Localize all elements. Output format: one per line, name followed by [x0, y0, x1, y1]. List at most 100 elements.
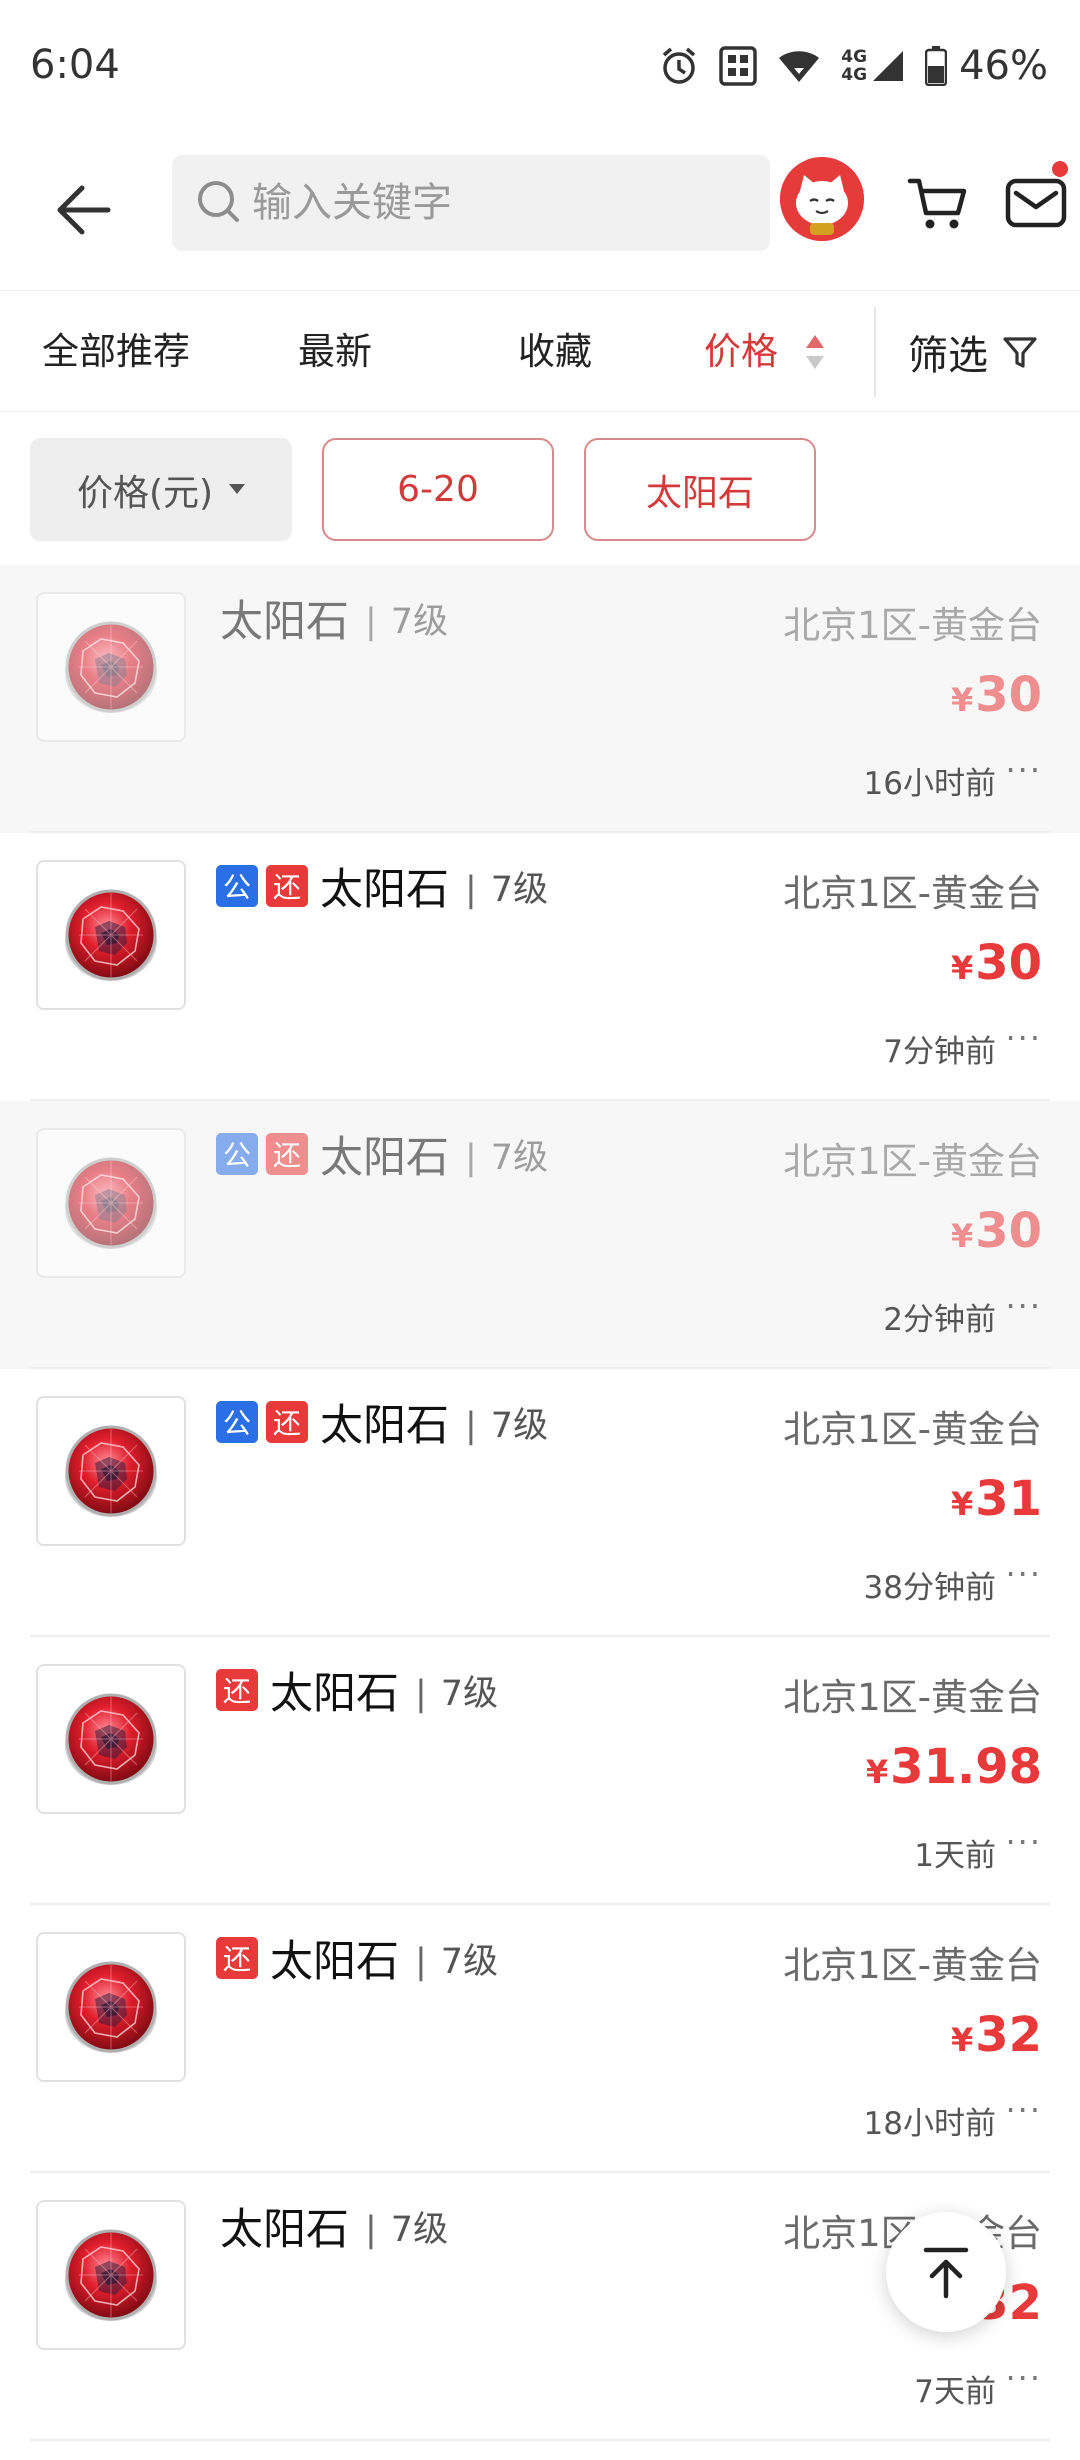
sun-stone-gem-icon	[65, 1425, 157, 1517]
item-level: 7级	[465, 1129, 548, 1180]
mail-unread-dot	[1052, 161, 1068, 177]
return-badge: 还	[216, 1937, 258, 1979]
listing-list: 太阳石 7级 北京1区-黄金台 ¥30 16小时前 ···	[0, 565, 1080, 2441]
chip-item-name-label: 太阳石	[645, 472, 754, 514]
item-name: 太阳石	[320, 865, 449, 915]
item-title-line: 太阳石 7级	[216, 587, 448, 649]
mail-button[interactable]	[1004, 171, 1068, 235]
item-level: 7级	[465, 1397, 548, 1448]
signal-icon: 4G 4G	[841, 48, 905, 84]
sun-stone-gem-icon	[65, 889, 157, 981]
search-input[interactable]	[252, 155, 752, 251]
currency-symbol: ¥	[950, 949, 974, 987]
battery-percent: 46%	[959, 43, 1048, 89]
item-thumbnail[interactable]	[36, 860, 186, 1010]
item-title-line: 还 太阳石 7级	[216, 1659, 498, 1721]
listing-time: 16小时前	[863, 766, 996, 802]
server-name: 北京1区-黄金台	[783, 1140, 1042, 1183]
back-button[interactable]	[50, 175, 120, 245]
price-unit-dropdown[interactable]: 价格(元)	[30, 438, 292, 541]
listing-time: 7天前	[914, 2374, 996, 2410]
server-name: 北京1区-黄金台	[783, 604, 1042, 647]
item-level: 7级	[365, 2201, 448, 2252]
item-name: 太阳石	[220, 2205, 349, 2255]
return-badge: 还	[216, 1669, 258, 1711]
more-options-icon[interactable]: ···	[1005, 1555, 1042, 1593]
price-value: 31	[975, 1471, 1042, 1527]
item-price: ¥30	[951, 667, 1042, 723]
item-name: 太阳石	[270, 1937, 399, 1987]
item-thumbnail[interactable]	[36, 2200, 186, 2350]
more-options-icon[interactable]: ···	[1005, 2359, 1042, 2397]
sun-stone-gem-icon	[65, 1961, 157, 2053]
currency-symbol: ¥	[950, 1485, 974, 1523]
sort-arrows-icon	[802, 331, 828, 377]
search-box[interactable]	[172, 155, 770, 251]
listing-time: 1天前	[914, 1838, 996, 1874]
item-level: 7级	[365, 593, 448, 644]
server-name: 北京1区-黄金台	[783, 1944, 1042, 1987]
listing-row[interactable]: 公还 太阳石 7级 北京1区-黄金台 ¥30 2分钟前 ···	[0, 1101, 1080, 1369]
status-bar: 6:04 4G 4G 46%	[0, 0, 1080, 135]
avatar[interactable]	[780, 157, 864, 241]
item-thumbnail[interactable]	[36, 1932, 186, 2082]
item-price: ¥30	[951, 1203, 1042, 1259]
listing-row[interactable]: 太阳石 7级 北京1区-黄金台 ¥30 16小时前 ···	[0, 565, 1080, 833]
item-level: 7级	[415, 1933, 498, 1984]
item-thumbnail[interactable]	[36, 1128, 186, 1278]
listing-time: 38分钟前	[863, 1570, 996, 1606]
currency-symbol: ¥	[950, 1217, 974, 1255]
public-badge: 公	[216, 1401, 258, 1443]
tab-favorites[interactable]: 收藏	[518, 291, 592, 413]
back-to-top-button[interactable]	[886, 2212, 1006, 2332]
item-thumbnail[interactable]	[36, 1664, 186, 1814]
cart-button[interactable]	[906, 171, 970, 235]
tab-price[interactable]: 价格	[704, 291, 778, 413]
price-value: 32	[975, 2007, 1042, 2063]
more-options-icon[interactable]: ···	[1005, 1823, 1042, 1861]
row-divider	[30, 2439, 1050, 2441]
more-options-icon[interactable]: ···	[1005, 751, 1042, 789]
listing-row[interactable]: 还 太阳石 7级 北京1区-黄金台 ¥31.98 1天前 ···	[0, 1637, 1080, 1905]
sort-bar: 全部推荐 最新 收藏 价格 筛选	[0, 290, 1080, 412]
listing-time: 7分钟前	[883, 1034, 996, 1070]
listing-row[interactable]: 公还 太阳石 7级 北京1区-黄金台 ¥30 7分钟前 ···	[0, 833, 1080, 1101]
server-name: 北京1区-黄金台	[783, 1408, 1042, 1451]
alarm-icon	[659, 46, 699, 86]
top-nav	[0, 135, 1080, 290]
filter-label: 筛选	[908, 333, 988, 379]
more-options-icon[interactable]: ···	[1005, 1019, 1042, 1057]
price-value: 30	[975, 935, 1042, 991]
sun-stone-gem-icon	[65, 1157, 157, 1249]
price-value: 30	[975, 1203, 1042, 1259]
cart-icon	[907, 178, 967, 229]
item-thumbnail[interactable]	[36, 592, 186, 742]
item-price: ¥31	[951, 1471, 1042, 1527]
return-badge: 还	[266, 865, 308, 907]
tab-newest[interactable]: 最新	[298, 291, 372, 413]
nfc-icon	[719, 46, 758, 86]
public-badge: 公	[216, 1133, 258, 1175]
public-badge: 公	[216, 865, 258, 907]
item-title-line: 公还 太阳石 7级	[216, 1123, 548, 1185]
item-level: 7级	[415, 1665, 498, 1716]
price-value: 30	[975, 667, 1042, 723]
item-level: 7级	[465, 861, 548, 912]
currency-symbol: ¥	[865, 1753, 889, 1791]
server-name: 北京1区-黄金台	[783, 872, 1042, 915]
item-name: 太阳石	[270, 1669, 399, 1719]
more-options-icon[interactable]: ···	[1005, 2091, 1042, 2129]
listing-row[interactable]: 还 太阳石 7级 北京1区-黄金台 ¥32 18小时前 ···	[0, 1905, 1080, 2173]
more-options-icon[interactable]: ···	[1005, 1287, 1042, 1325]
item-thumbnail[interactable]	[36, 1396, 186, 1546]
wifi-icon	[777, 48, 821, 84]
back-arrow-icon	[57, 185, 111, 235]
mail-icon	[1005, 178, 1067, 228]
tab-all-recommended[interactable]: 全部推荐	[42, 291, 190, 413]
item-title-line: 公还 太阳石 7级	[216, 855, 548, 917]
chip-price-range[interactable]: 6-20	[322, 438, 554, 541]
chip-item-name[interactable]: 太阳石	[584, 438, 816, 541]
filter-button[interactable]: 筛选	[908, 291, 1038, 413]
listing-row[interactable]: 公还 太阳石 7级 北京1区-黄金台 ¥31 38分钟前 ···	[0, 1369, 1080, 1637]
caret-down-icon	[229, 483, 246, 494]
